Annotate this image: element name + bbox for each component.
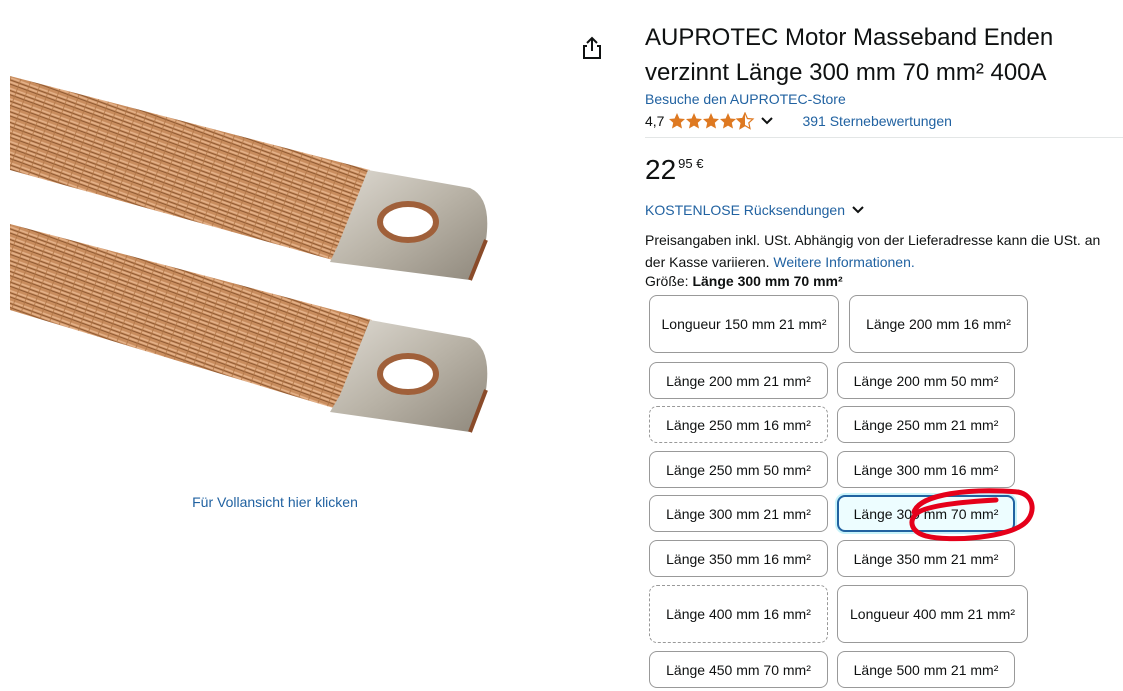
size-option[interactable]: Länge 200 mm 50 mm²: [837, 362, 1015, 399]
size-option-selected[interactable]: Länge 300 mm 70 mm²: [837, 495, 1015, 532]
size-option[interactable]: Länge 300 mm 16 mm²: [837, 451, 1015, 488]
size-label-row: Größe: Länge 300 mm 70 mm²: [645, 273, 843, 289]
price-fraction: 95 €: [678, 156, 704, 171]
price-note: Preisangaben inkl. USt. Abhängig von der…: [645, 229, 1123, 273]
size-option[interactable]: Länge 500 mm 21 mm²: [837, 651, 1015, 688]
rating-row: 4,7 391 Sternebewertungen: [645, 111, 952, 131]
size-option[interactable]: Länge 250 mm 21 mm²: [837, 406, 1015, 443]
ratings-count-link[interactable]: 391 Sternebewertungen: [802, 113, 951, 129]
star-icon: [669, 112, 755, 130]
star-rating[interactable]: [668, 112, 756, 130]
size-selected-value: Länge 300 mm 70 mm²: [692, 273, 843, 289]
more-info-link[interactable]: Weitere Informationen.: [773, 254, 914, 270]
share-icon[interactable]: [578, 34, 606, 62]
size-option[interactable]: Länge 450 mm 70 mm²: [649, 651, 828, 688]
size-option[interactable]: Länge 250 mm 50 mm²: [649, 451, 828, 488]
divider: [645, 137, 1123, 138]
size-option-unavailable[interactable]: Länge 400 mm 16 mm²: [649, 585, 828, 643]
chevron-down-icon[interactable]: [760, 116, 774, 126]
size-label: Größe:: [645, 273, 689, 289]
size-option[interactable]: Länge 350 mm 16 mm²: [649, 540, 828, 577]
store-link[interactable]: Besuche den AUPROTEC-Store: [645, 91, 846, 107]
price: 22 95 €: [645, 154, 703, 186]
size-option[interactable]: Länge 350 mm 21 mm²: [837, 540, 1015, 577]
price-whole: 22: [645, 154, 677, 185]
size-option[interactable]: Länge 200 mm 16 mm²: [849, 295, 1028, 353]
size-option[interactable]: Longueur 150 mm 21 mm²: [649, 295, 839, 353]
size-option[interactable]: Länge 200 mm 21 mm²: [649, 362, 828, 399]
rating-value: 4,7: [645, 113, 665, 129]
chevron-down-icon: [851, 205, 865, 215]
size-option[interactable]: Länge 300 mm 21 mm²: [649, 495, 828, 532]
free-returns-link[interactable]: KOSTENLOSE Rücksendungen: [645, 202, 865, 218]
size-option-unavailable[interactable]: Länge 250 mm 16 mm²: [649, 406, 828, 443]
product-title: AUPROTEC Motor Masseband Enden verzinnt …: [645, 24, 1054, 86]
free-returns-label: KOSTENLOSE Rücksendungen: [645, 202, 845, 218]
product-image[interactable]: [0, 40, 560, 480]
full-view-link[interactable]: Für Vollansicht hier klicken: [0, 494, 550, 510]
size-option[interactable]: Longueur 400 mm 21 mm²: [837, 585, 1028, 643]
